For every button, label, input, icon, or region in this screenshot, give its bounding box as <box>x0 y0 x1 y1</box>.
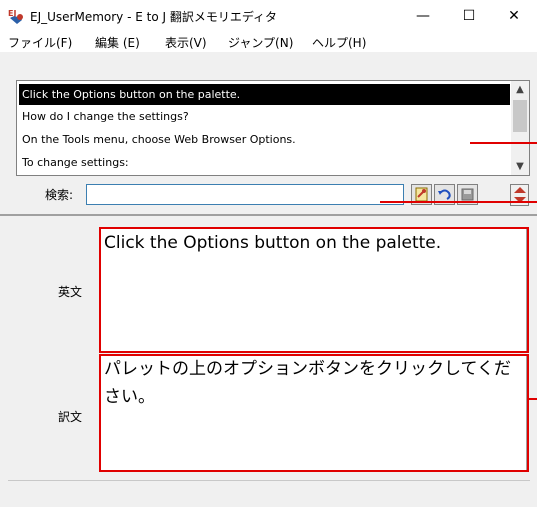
english-label: 英文 <box>58 285 83 299</box>
list-item[interactable]: On the Tools menu, choose Web Browser Op… <box>19 129 510 150</box>
annotation-leader-list <box>470 142 537 144</box>
scroll-thumb[interactable] <box>513 100 527 132</box>
spin-up-icon[interactable] <box>514 187 526 193</box>
app-window: EJ EJ_UserMemory - E to J 翻訳メモリエディタ — ☐ … <box>0 0 537 507</box>
scroll-up-icon[interactable]: ▲ <box>511 81 529 98</box>
annotation-leader-search <box>380 201 537 203</box>
english-text-field[interactable]: Click the Options button on the palette. <box>99 228 527 352</box>
japanese-label: 訳文 <box>58 410 83 424</box>
list-item-text: Click the Options button on the palette. <box>22 88 241 101</box>
maximize-button[interactable]: ☐ <box>446 0 492 32</box>
menu-edit[interactable]: 編集 (E) <box>95 34 140 51</box>
menu-bar: ファイル(F) 編集 (E) 表示(V) ジャンプ(N) ヘルプ(H) <box>0 32 537 52</box>
list-item-text: On the Tools menu, choose Web Browser Op… <box>22 133 296 146</box>
panel-divider[interactable] <box>0 214 537 216</box>
japanese-text-field[interactable]: パレットの上のオプションボタンをクリックしてください。 <box>99 354 527 472</box>
search-input[interactable] <box>86 184 404 205</box>
list-item-text: How do I change the settings? <box>22 110 189 123</box>
menu-help[interactable]: ヘルプ(H) <box>312 34 366 51</box>
list-item[interactable]: Click the Options button on the palette. <box>19 84 510 105</box>
title-bar[interactable]: EJ EJ_UserMemory - E to J 翻訳メモリエディタ — ☐ … <box>0 0 537 32</box>
status-bar <box>8 480 530 503</box>
menu-file[interactable]: ファイル(F) <box>8 34 72 51</box>
menu-jump[interactable]: ジャンプ(N) <box>228 34 293 51</box>
annotation-leader-editor <box>527 398 537 400</box>
menu-view[interactable]: 表示(V) <box>165 34 207 51</box>
sentence-list[interactable]: Click the Options button on the palette.… <box>16 80 530 176</box>
window-title: EJ_UserMemory - E to J 翻訳メモリエディタ <box>30 10 278 24</box>
list-item[interactable]: To change settings: <box>19 152 510 173</box>
list-item[interactable]: How do I change the settings? <box>19 106 510 127</box>
list-item-text: To change settings: <box>22 156 129 169</box>
search-label: 検索: <box>45 188 74 202</box>
minimize-button[interactable]: — <box>400 0 446 32</box>
close-button[interactable]: ✕ <box>491 0 537 32</box>
scroll-down-icon[interactable]: ▼ <box>511 158 529 175</box>
list-scrollbar[interactable]: ▲ ▼ <box>511 81 529 175</box>
app-ej-icon: EJ <box>8 9 23 24</box>
